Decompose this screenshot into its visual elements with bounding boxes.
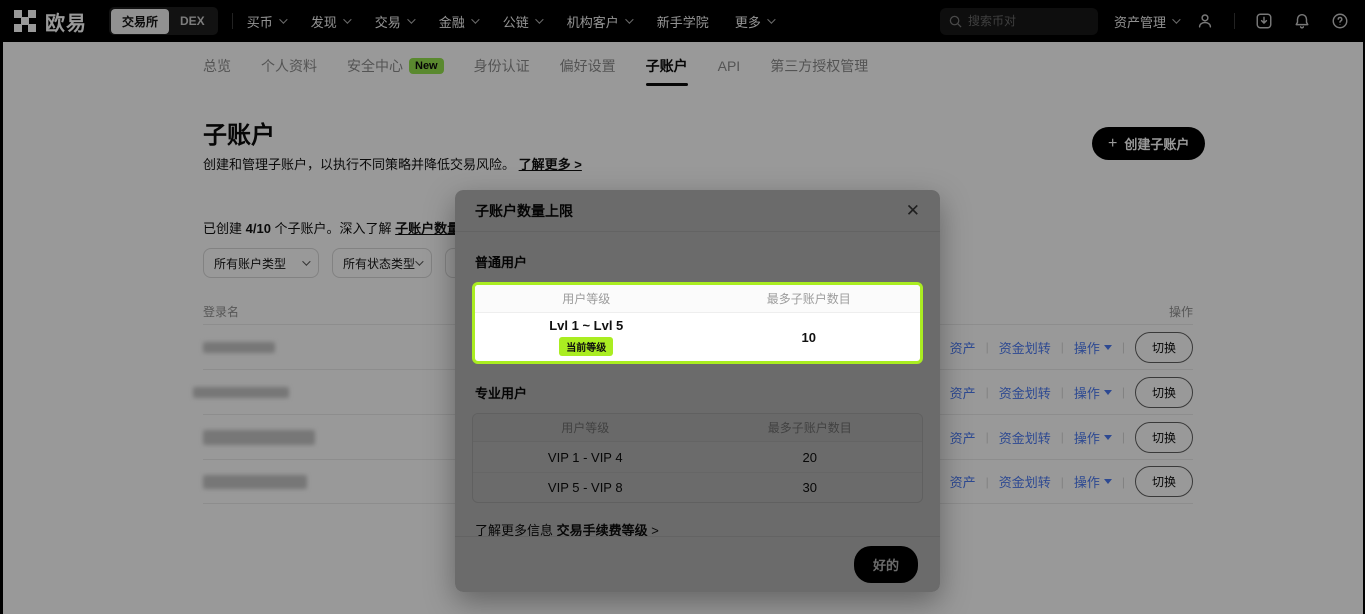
- level-range: Lvl 1 ~ Lvl 5: [549, 318, 623, 333]
- max-subaccounts-value: 30: [698, 480, 923, 495]
- max-subaccounts-value: 20: [698, 450, 923, 465]
- pro-user-section-title: 专业用户: [475, 383, 923, 402]
- pro-user-level-table: 用户等级 最多子账户数目 VIP 1 - VIP 4 20 VIP 5 - VI…: [472, 413, 923, 503]
- header-max-subaccounts: 最多子账户数目: [698, 419, 923, 436]
- level-table-header: 用户等级 最多子账户数目: [475, 285, 920, 313]
- level-range: VIP 5 - VIP 8: [473, 480, 698, 495]
- header-user-level: 用户等级: [473, 419, 698, 436]
- screen-edge: [0, 0, 3, 614]
- level-table-row: VIP 5 - VIP 8 30: [473, 472, 922, 502]
- level-range: VIP 1 - VIP 4: [473, 450, 698, 465]
- level-table-row: Lvl 1 ~ Lvl 5 当前等级 10: [475, 313, 920, 361]
- modal-header: 子账户数量上限 ✕: [455, 190, 940, 232]
- ok-button[interactable]: 好的: [854, 546, 918, 583]
- header-user-level: 用户等级: [475, 290, 698, 307]
- modal-footer: 好的: [455, 536, 940, 592]
- modal-body: 普通用户 用户等级 最多子账户数目 Lvl 1 ~ Lvl 5 当前等级 10 …: [455, 232, 940, 539]
- regular-user-section-title: 普通用户: [475, 252, 923, 271]
- level-table-header: 用户等级 最多子账户数目: [473, 414, 922, 442]
- subaccount-limit-modal: 子账户数量上限 ✕ 普通用户 用户等级 最多子账户数目 Lvl 1 ~ Lvl …: [455, 190, 940, 592]
- header-max-subaccounts: 最多子账户数目: [698, 290, 921, 307]
- regular-user-level-table-highlighted: 用户等级 最多子账户数目 Lvl 1 ~ Lvl 5 当前等级 10: [472, 282, 923, 364]
- close-icon[interactable]: ✕: [906, 202, 920, 219]
- modal-title: 子账户数量上限: [475, 201, 573, 221]
- level-table-row: VIP 1 - VIP 4 20: [473, 442, 922, 472]
- current-level-badge: 当前等级: [559, 337, 613, 356]
- max-subaccounts-value: 10: [698, 330, 921, 345]
